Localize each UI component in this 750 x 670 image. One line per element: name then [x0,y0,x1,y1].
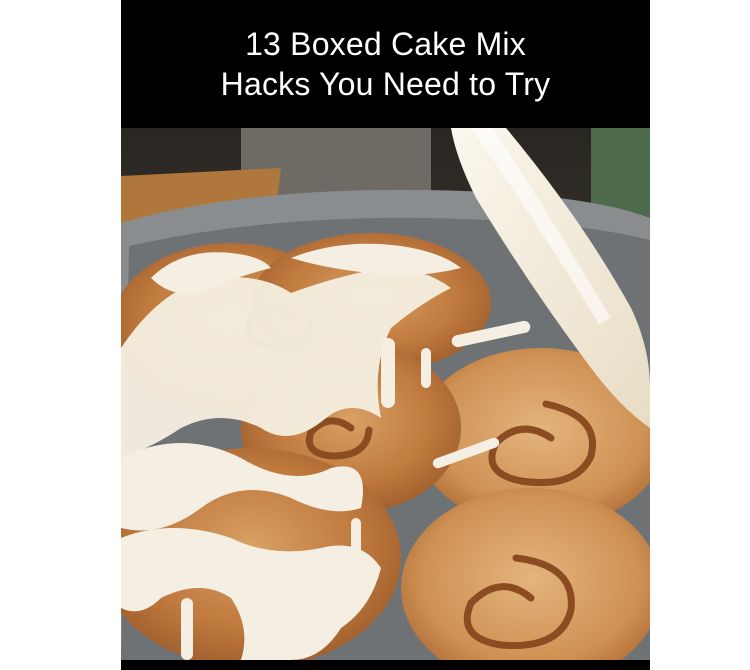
caption-line-2: Hacks You Need to Try [220,66,551,102]
video-frame: 13 Boxed Cake Mix Hacks You Need to Try [121,0,650,670]
bottom-bar [121,660,650,670]
cinnamon-rolls-photo [121,128,650,660]
video-caption: 13 Boxed Cake Mix Hacks You Need to Try [121,0,650,128]
caption-line-1: 13 Boxed Cake Mix [245,26,526,62]
